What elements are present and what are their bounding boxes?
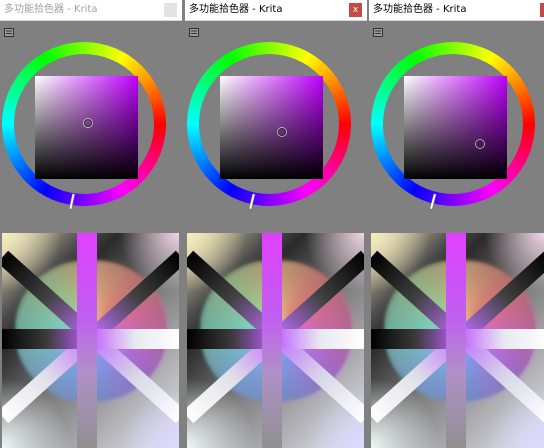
- menu-icon[interactable]: [189, 28, 199, 37]
- close-icon: x: [167, 5, 174, 15]
- sv-cursor[interactable]: [84, 119, 92, 127]
- window-title: 多功能拾色器 - Krita: [189, 4, 283, 15]
- color-selector-panel-1: 多功能拾色器 - Krita x: [0, 0, 182, 448]
- hue-ring[interactable]: [2, 42, 166, 210]
- hue-ring-marker[interactable]: [249, 193, 255, 210]
- saturation-value-square[interactable]: [35, 76, 138, 179]
- title-bar: 多功能拾色器 - Krita x: [185, 0, 367, 21]
- color-selector-panel-3: 多功能拾色器 - Krita: [369, 0, 544, 448]
- saturation-value-square[interactable]: [404, 76, 507, 179]
- combined-color-selector[interactable]: [2, 233, 179, 448]
- combined-color-selector[interactable]: [371, 233, 544, 448]
- close-icon: x: [352, 5, 359, 15]
- vertical-strip[interactable]: [77, 233, 97, 448]
- window-title: 多功能拾色器 - Krita: [373, 4, 467, 15]
- title-bar: 多功能拾色器 - Krita x: [0, 0, 182, 21]
- hue-ring-marker[interactable]: [430, 193, 436, 210]
- hue-ring-marker[interactable]: [69, 193, 75, 210]
- sv-cursor[interactable]: [476, 140, 484, 148]
- color-selector-panel-2: 多功能拾色器 - Krita x: [185, 0, 367, 448]
- menu-icon[interactable]: [4, 28, 14, 37]
- vertical-strip[interactable]: [262, 233, 282, 448]
- close-button[interactable]: x: [164, 3, 177, 17]
- saturation-value-square[interactable]: [220, 76, 323, 179]
- menu-icon[interactable]: [373, 28, 383, 37]
- hue-ring[interactable]: [187, 42, 351, 210]
- window-title: 多功能拾色器 - Krita: [4, 4, 98, 15]
- sv-cursor[interactable]: [278, 128, 286, 136]
- hue-ring[interactable]: [371, 42, 535, 210]
- close-button[interactable]: [540, 3, 544, 17]
- title-bar: 多功能拾色器 - Krita: [369, 0, 544, 21]
- combined-color-selector[interactable]: [187, 233, 364, 448]
- vertical-strip[interactable]: [446, 233, 466, 448]
- close-button[interactable]: x: [349, 3, 362, 17]
